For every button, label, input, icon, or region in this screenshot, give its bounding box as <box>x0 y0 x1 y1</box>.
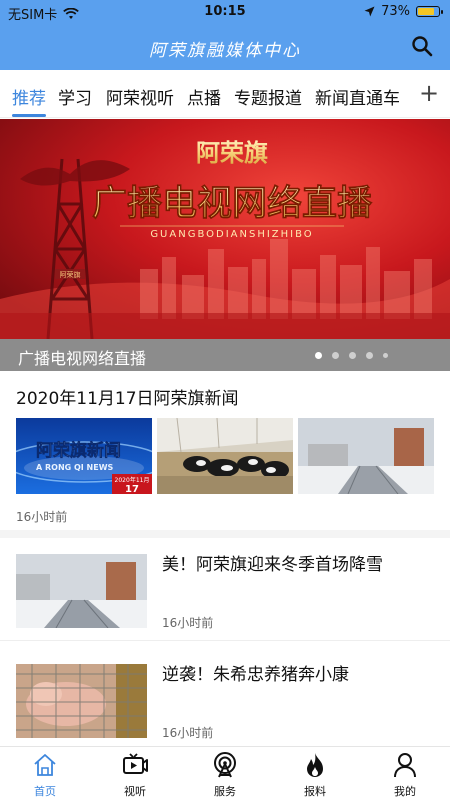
tab-special-reports[interactable]: 专题报道 <box>234 84 302 109</box>
article-item[interactable]: 逆袭！朱希忠养猪奔小康 16小时前 <box>0 644 450 748</box>
banner-pinyin: GUANGBODIANSHIZHIBO <box>150 229 313 240</box>
carousel-dot[interactable] <box>349 352 356 359</box>
thumbnail-day: 17 <box>125 484 139 494</box>
category-tabs: 推荐 学习 阿荣视听 点播 专题报道 新闻直通车 + <box>0 70 450 118</box>
flame-icon <box>307 753 323 777</box>
banner-headline: 广播电视网络直播 <box>92 183 373 224</box>
thumbnail-dairy-barn[interactable] <box>157 418 293 494</box>
nav-home[interactable]: 首页 <box>0 747 90 800</box>
nav-service[interactable]: 服务 <box>180 747 270 800</box>
tab-recommend[interactable]: 推荐 <box>12 84 46 109</box>
banner-caption: 广播电视网络直播 <box>18 349 147 368</box>
tab-arong-av[interactable]: 阿荣视听 <box>106 84 174 109</box>
tab-study[interactable]: 学习 <box>58 84 92 109</box>
nav-label: 视听 <box>124 785 146 798</box>
person-icon <box>394 753 416 778</box>
nav-label: 首页 <box>34 785 56 798</box>
article-title: 逆袭！朱希忠养猪奔小康 <box>162 665 349 685</box>
article-time: 16小时前 <box>162 726 214 740</box>
thumbnail-title: 阿荣旗新闻 <box>36 440 121 461</box>
article-title: 美！阿荣旗迎来冬季首场降雪 <box>162 555 383 575</box>
add-tab-icon[interactable]: + <box>418 80 440 106</box>
bottom-nav: 首页 视听 服务 报料 我的 <box>0 746 450 800</box>
carousel-dots <box>315 352 388 359</box>
app-header: 无SIM卡 10:15 73% 阿荣旗融媒体中心 <box>0 0 450 70</box>
nav-av[interactable]: 视听 <box>90 747 180 800</box>
tv-icon <box>123 753 148 774</box>
banner-caption-bar: 广播电视网络直播 <box>0 339 450 371</box>
location-arrow-icon <box>364 6 375 17</box>
carousel-dot[interactable] <box>332 352 339 359</box>
news-group-title[interactable]: 2020年11月17日阿荣旗新闻 <box>16 384 239 409</box>
status-bar: 无SIM卡 10:15 73% <box>0 0 450 24</box>
antenna-icon <box>214 752 236 778</box>
active-tab-indicator <box>12 114 46 117</box>
carousel-dot[interactable] <box>383 353 388 358</box>
battery-fill <box>418 8 435 15</box>
article-time: 16小时前 <box>162 616 214 630</box>
tab-vod[interactable]: 点播 <box>187 84 221 109</box>
banner-top-text: 阿荣旗 <box>196 138 268 167</box>
article-separator <box>0 640 450 641</box>
nav-label: 我的 <box>394 785 416 798</box>
thumbnail-news-program[interactable]: 阿荣旗新闻 A RONG QI NEWS 2020年11月 17 <box>16 418 152 494</box>
search-icon[interactable] <box>410 34 434 58</box>
carousel-dot[interactable] <box>315 352 322 359</box>
carousel-dot[interactable] <box>366 352 373 359</box>
nav-mine[interactable]: 我的 <box>360 747 450 800</box>
banner-image: 阿荣旗 阿荣旗 广播电视网络直播 GUANGBODIANSHIZHIBO <box>0 119 450 340</box>
thumbnail-snowy-street[interactable] <box>298 418 434 494</box>
nav-report[interactable]: 报料 <box>270 747 360 800</box>
news-group-thumbnails[interactable]: 阿荣旗新闻 A RONG QI NEWS 2020年11月 17 <box>16 418 436 494</box>
article-thumbnail <box>16 554 147 628</box>
brand-logo: 阿荣旗融媒体中心 <box>149 41 301 61</box>
article-item[interactable]: 美！阿荣旗迎来冬季首场降雪 16小时前 <box>0 534 450 638</box>
tower-label: 阿荣旗 <box>60 270 81 279</box>
thumbnail-date: 2020年11月 <box>115 476 150 484</box>
nav-label: 服务 <box>214 785 236 798</box>
home-icon <box>34 754 56 776</box>
battery-icon <box>416 6 443 17</box>
news-group-time: 16小时前 <box>16 510 68 524</box>
hero-banner[interactable]: 阿荣旗 阿荣旗 广播电视网络直播 GUANGBODIANSHIZHIBO 广播电… <box>0 119 450 371</box>
battery-percent: 73% <box>381 4 410 19</box>
article-thumbnail <box>16 664 147 738</box>
nav-label: 报料 <box>304 785 326 798</box>
thumbnail-subtitle: A RONG QI NEWS <box>36 463 114 472</box>
tab-news-express[interactable]: 新闻直通车 <box>315 84 400 109</box>
